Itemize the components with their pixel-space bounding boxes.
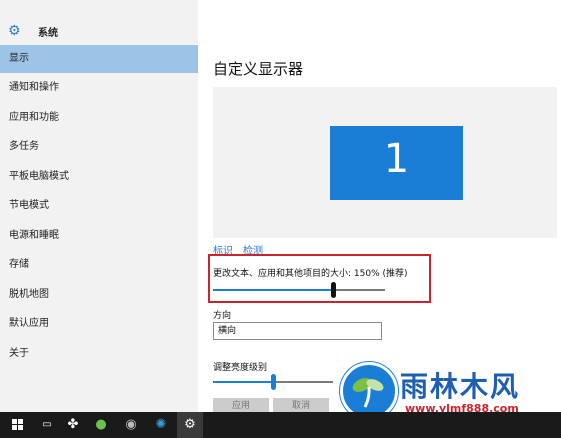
app-icon-1[interactable]: ✤ [62,412,84,438]
sidebar-item-offline-maps[interactable]: 脱机地图 [0,281,198,309]
sidebar-item-notifications[interactable]: 通知和操作 [0,74,198,102]
page-title: 自定义显示器 [213,60,304,78]
brightness-slider-fill [213,381,273,383]
sidebar-item-battery-saver[interactable]: 节电模式 [0,192,198,220]
brightness-label: 调整亮度级别 [213,363,268,373]
orientation-label: 方向 [213,311,232,321]
sidebar-item-multitasking[interactable]: 多任务 [0,133,198,161]
orientation-select[interactable]: 横向 [213,322,382,340]
scale-label: 更改文本、应用和其他项目的大小: 150% (推荐) [213,269,408,279]
app-icon-2[interactable]: ◉ [120,412,142,438]
app-icon-3[interactable]: ✺ [150,412,172,438]
watermark-title: 雨林木风 [400,370,521,403]
scale-slider-fill [213,289,333,291]
taskbar: ▭ ✤ ● ◉ ✺ ⚙ [0,412,561,438]
sidebar-item-tablet-mode[interactable]: 平板电脑模式 [0,163,198,191]
browser-icon[interactable]: ● [90,412,112,438]
sidebar: ⚙ 系统 显示 通知和操作 应用和功能 多任务 平板电脑模式 节电模式 电源和睡… [0,0,198,412]
task-view-icon[interactable]: ▭ [36,412,58,438]
sidebar-item-about[interactable]: 关于 [0,340,198,368]
scale-slider-thumb[interactable] [331,282,336,298]
brightness-slider-thumb[interactable] [271,374,276,390]
windows-start-icon[interactable] [6,412,28,438]
monitor-1[interactable]: 1 [330,126,463,200]
gear-icon: ⚙ [8,23,21,39]
sidebar-item-storage[interactable]: 存储 [0,251,198,279]
settings-taskbar-icon[interactable]: ⚙ [177,412,203,438]
sidebar-item-display[interactable]: 显示 [0,45,198,73]
monitor-number: 1 [383,136,410,182]
sidebar-item-apps[interactable]: 应用和功能 [0,104,198,132]
leaf-icon [352,378,384,408]
sidebar-section-title: 系统 [38,28,58,39]
sidebar-item-power-sleep[interactable]: 电源和睡眠 [0,222,198,250]
sidebar-item-default-apps[interactable]: 默认应用 [0,310,198,338]
